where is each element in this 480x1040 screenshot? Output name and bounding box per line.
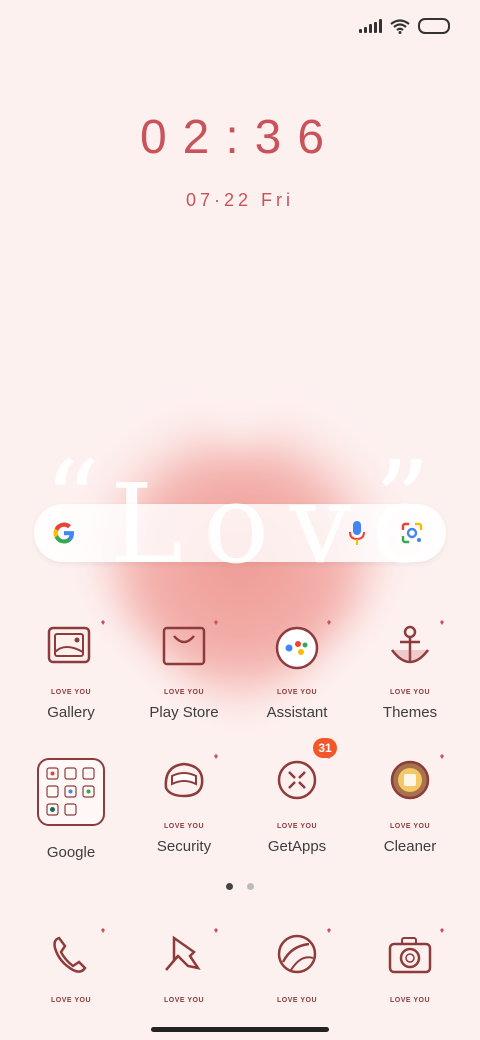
cleaner-icon: LOVE YOU [370,752,450,832]
wifi-icon [390,18,410,34]
app-gallery[interactable]: LOVE YOU Gallery [16,618,126,721]
browser-icon: LOVE YOU [257,926,337,1006]
love-you-tag: LOVE YOU [163,997,205,1004]
love-you-tag: LOVE YOU [163,689,205,696]
love-you-tag: LOVE YOU [389,689,431,696]
security-icon: LOVE YOU [144,752,224,832]
status-bar [359,18,450,34]
page-indicator[interactable] [0,877,480,895]
app-label: GetApps [267,838,327,855]
app-label: Security [156,838,212,855]
clock-date[interactable]: 07·22 Fri [0,190,480,211]
notification-badge: 31 [313,738,337,758]
app-label: Themes [382,704,438,721]
app-getapps[interactable]: LOVE YOU 31 GetApps [242,738,352,855]
pin-icon: LOVE YOU [144,926,224,1006]
app-label: Assistant [266,704,328,721]
dock-pin[interactable]: LOVE YOU [129,926,239,1006]
app-label: Gallery [47,704,95,721]
day-text: Fri [261,190,295,210]
app-themes[interactable]: LOVE YOU Themes [355,618,465,721]
app-label: Play Store [149,704,219,721]
app-google-folder[interactable]: Google [16,752,126,861]
love-you-tag: LOVE YOU [276,689,318,696]
app-assistant[interactable]: LOVE YOU Assistant [242,618,352,721]
dock-camera[interactable]: LOVE YOU [355,926,465,1006]
page-dot-active [225,883,233,890]
gallery-icon: LOVE YOU [31,618,111,698]
camera-icon: LOVE YOU [370,926,450,1006]
app-security[interactable]: LOVE YOU Security [129,752,239,855]
cellular-signal-icon [359,19,382,33]
date-text: 07·22 [185,190,253,210]
app-play-store[interactable]: LOVE YOU Play Store [129,618,239,721]
play-store-icon: LOVE YOU [144,618,224,698]
love-you-tag: LOVE YOU [163,823,205,830]
love-you-tag: LOVE YOU [276,997,318,1004]
google-lens-icon[interactable] [400,521,424,545]
love-you-tag: LOVE YOU [389,997,431,1004]
getapps-icon: LOVE YOU 31 [257,738,337,832]
love-you-tag: LOVE YOU [389,823,431,830]
dock-browser[interactable]: LOVE YOU [242,926,352,1006]
google-search-bar[interactable] [34,504,446,562]
phone-icon: LOVE YOU [31,926,111,1006]
dock-phone[interactable]: LOVE YOU [16,926,126,1006]
gesture-navigation-handle[interactable] [151,1027,329,1032]
page-dot [247,883,255,890]
google-folder-icon [31,758,111,838]
themes-icon: LOVE YOU [370,618,450,698]
love-you-tag: LOVE YOU [276,823,318,830]
love-you-tag: LOVE YOU [50,689,92,696]
app-label: Cleaner [383,838,437,855]
assistant-icon: LOVE YOU [257,618,337,698]
microphone-icon[interactable] [348,520,366,546]
app-cleaner[interactable]: LOVE YOU Cleaner [355,752,465,855]
google-g-icon [53,522,74,544]
app-label: Google [46,844,96,861]
battery-icon [418,18,450,34]
clock-time[interactable]: 02:36 [0,110,480,165]
love-you-tag: LOVE YOU [50,997,92,1004]
